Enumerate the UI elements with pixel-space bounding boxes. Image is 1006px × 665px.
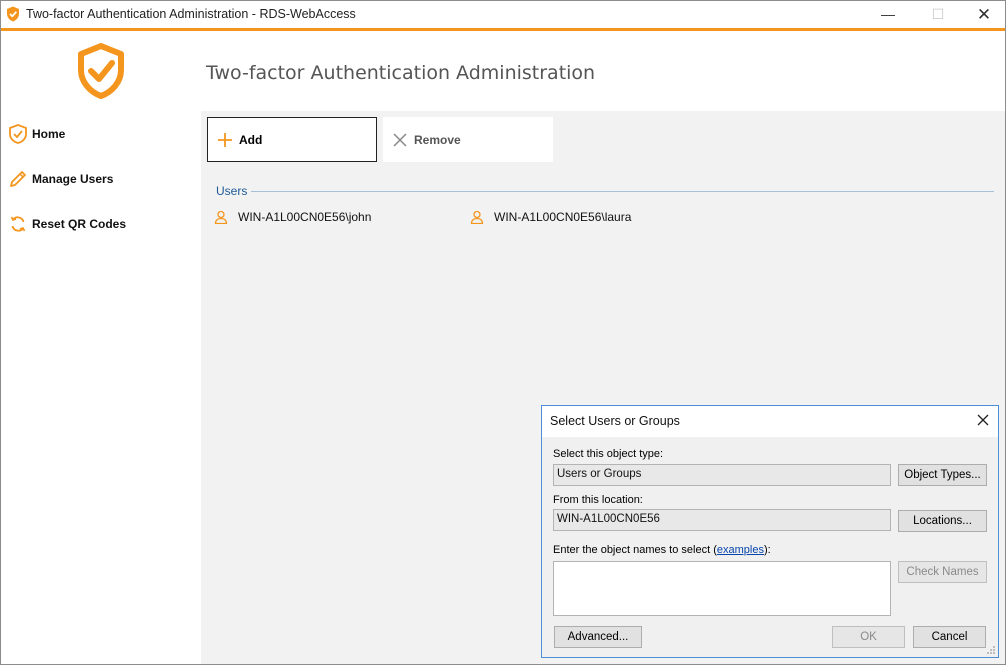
user-icon (470, 210, 484, 224)
location-field: WIN-A1L00CN0E56 (553, 509, 891, 531)
main-window: Two-factor Authentication Administration… (0, 0, 1006, 665)
accent-bar (1, 28, 1005, 31)
users-section-label: Users (216, 184, 248, 198)
maximize-button[interactable]: ☐ (915, 1, 961, 28)
sidebar-item-label: Reset QR Codes (32, 217, 127, 231)
add-button[interactable]: Add (207, 117, 377, 162)
remove-button[interactable]: Remove (383, 117, 553, 162)
object-names-label-suffix: ): (763, 544, 771, 556)
user-name: WIN-A1L00CN0E56\john (238, 210, 372, 224)
pencil-icon (8, 169, 28, 189)
x-icon (393, 132, 407, 147)
object-type-field: Users or Groups (553, 464, 891, 486)
section-divider (251, 191, 994, 192)
user-name: WIN-A1L00CN0E56\laura (494, 210, 632, 224)
cancel-button[interactable]: Cancel (913, 626, 986, 648)
sidebar-item-home[interactable]: Home (8, 121, 65, 147)
dialog-title: Select Users or Groups (550, 414, 680, 428)
add-button-label: Add (239, 132, 263, 147)
remove-button-label: Remove (414, 132, 461, 147)
close-icon (977, 414, 989, 426)
window-title: Two-factor Authentication Administration… (26, 7, 356, 21)
list-item[interactable]: WIN-A1L00CN0E56\john (214, 210, 371, 224)
list-item[interactable]: WIN-A1L00CN0E56\laura (470, 210, 631, 224)
sidebar-item-label: Manage Users (32, 172, 114, 186)
locations-button[interactable]: Locations... (898, 510, 987, 532)
app-shield-icon (7, 6, 19, 22)
shield-logo-icon (78, 43, 124, 99)
select-users-dialog: Select Users or Groups Select this objec… (541, 405, 999, 658)
plus-icon (218, 132, 232, 147)
sidebar-item-reset-qr-codes[interactable]: Reset QR Codes (8, 211, 126, 237)
examples-link[interactable]: examples (717, 544, 764, 556)
ok-button[interactable]: OK (832, 626, 905, 648)
object-names-label: Enter the object names to select (exampl… (553, 544, 771, 556)
minimize-button[interactable]: — (865, 1, 911, 28)
shield-check-icon (8, 124, 28, 144)
check-names-button[interactable]: Check Names (898, 561, 987, 583)
title-bar: Two-factor Authentication Administration… (1, 1, 1005, 28)
object-names-input[interactable] (553, 561, 891, 616)
object-types-button[interactable]: Object Types... (898, 464, 987, 486)
resize-grip-icon[interactable] (986, 645, 996, 655)
dialog-close-button[interactable] (972, 410, 994, 432)
object-type-label: Select this object type: (553, 448, 664, 460)
advanced-button[interactable]: Advanced... (554, 626, 642, 648)
dialog-title-bar: Select Users or Groups (542, 406, 998, 437)
page-title: Two-factor Authentication Administration (206, 62, 596, 84)
refresh-icon (8, 214, 28, 234)
sidebar-item-label: Home (32, 127, 66, 141)
close-button[interactable]: ✕ (961, 1, 1006, 28)
user-icon (214, 210, 228, 224)
location-label: From this location: (553, 494, 643, 506)
sidebar-item-manage-users[interactable]: Manage Users (8, 166, 113, 192)
object-names-label-text: Enter the object names to select ( (553, 544, 717, 556)
